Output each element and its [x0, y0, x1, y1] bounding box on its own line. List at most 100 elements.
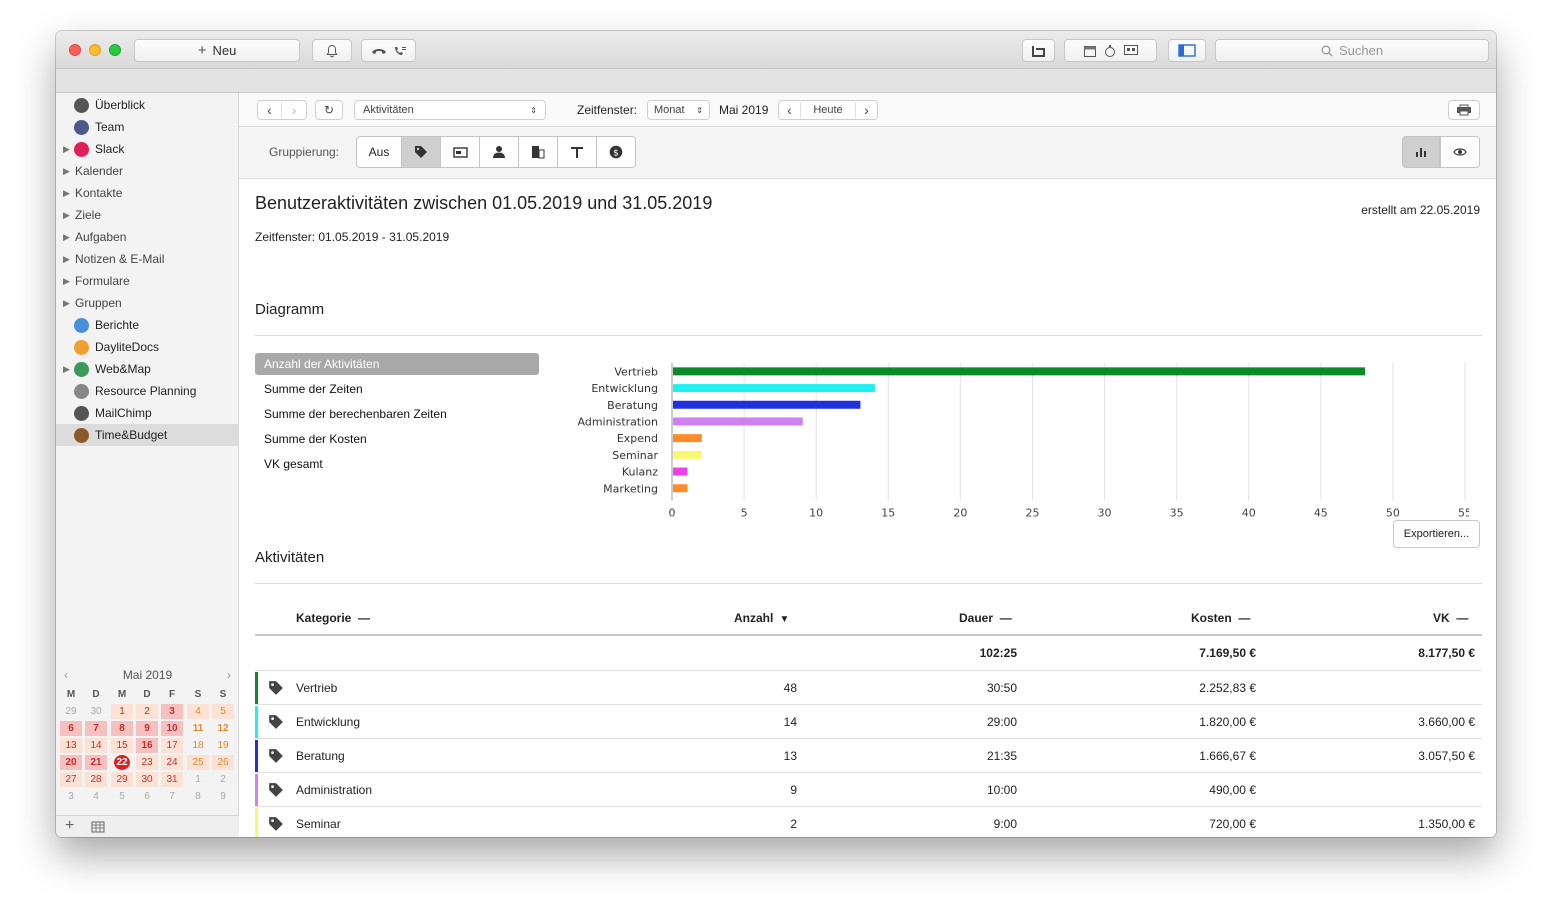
table-row[interactable]: Administration 9 10:00 490,00 € [255, 772, 1482, 806]
disclosure-triangle-icon[interactable]: ▶ [63, 364, 70, 375]
sidebar-item[interactable]: ▶ Notizen & E-Mail [56, 248, 239, 270]
chart-bar[interactable] [673, 450, 702, 459]
col-vk-header[interactable]: VK — [1433, 611, 1468, 625]
calendar-day[interactable]: 12 [212, 721, 234, 736]
calendar-day[interactable]: 20 [60, 755, 82, 770]
calendar-day[interactable]: 6 [60, 721, 82, 736]
calendar-day[interactable]: 28 [85, 772, 107, 787]
col-cost-header[interactable]: Kosten — [1191, 611, 1250, 625]
calendar-day[interactable]: 24 [161, 755, 183, 770]
calendar-day[interactable]: 4 [85, 789, 107, 804]
calendar-day[interactable]: 7 [85, 721, 107, 736]
group-by-type-button[interactable] [440, 136, 480, 168]
calendar-day[interactable]: 31 [161, 772, 183, 787]
sidebar-item[interactable]: Berichte [56, 314, 239, 336]
chart-view-button[interactable] [1402, 136, 1440, 168]
sidebar-item[interactable]: Resource Planning [56, 380, 239, 402]
table-row[interactable]: Vertrieb 48 30:50 2.252,83 € [255, 670, 1482, 704]
chart-bar[interactable] [673, 417, 803, 426]
calendar-day[interactable]: 30 [85, 704, 107, 719]
disclosure-triangle-icon[interactable]: ▶ [63, 188, 70, 199]
disclosure-triangle-icon[interactable]: ▶ [63, 144, 70, 155]
preview-button[interactable] [1440, 136, 1480, 168]
col-duration-header[interactable]: Dauer — [959, 611, 1012, 625]
chart-bar[interactable] [673, 484, 688, 493]
calendar-day[interactable]: 10 [161, 721, 183, 736]
new-button[interactable]: + Neu [134, 39, 300, 62]
disclosure-triangle-icon[interactable]: ▶ [63, 210, 70, 221]
sidebar-item[interactable]: ▶ Ziele [56, 204, 239, 226]
calendar-day[interactable]: 15 [111, 738, 133, 753]
calendar-day[interactable]: 9 [136, 721, 158, 736]
add-icon[interactable]: + [65, 817, 74, 835]
back-icon[interactable]: ‹ [258, 102, 282, 118]
chart-bar[interactable] [673, 400, 861, 409]
group-by-money-button[interactable]: $ [596, 136, 636, 168]
calendar-day[interactable]: 5 [212, 704, 234, 719]
metric-option[interactable]: VK gesamt [255, 453, 539, 475]
calendar-next-icon[interactable]: › [227, 668, 231, 682]
sidebar-item[interactable]: MailChimp [56, 402, 239, 424]
col-count-header[interactable]: Anzahl ▼ [734, 611, 789, 625]
sidebar-item[interactable]: ▶ Gruppen [56, 292, 239, 314]
forward-icon[interactable]: › [282, 102, 306, 118]
calendar-day[interactable]: 29 [60, 704, 82, 719]
calendar-day[interactable]: 13 [60, 738, 82, 753]
view-select[interactable]: Aktivitäten ⇕ [354, 100, 546, 120]
calendar-day[interactable]: 9 [212, 789, 234, 804]
sidebar-item[interactable]: ▶ Aufgaben [56, 226, 239, 248]
sidebar-item[interactable]: ▶ Kalender [56, 160, 239, 182]
sidebar-item[interactable]: ▶ Formulare [56, 270, 239, 292]
prev-period-icon[interactable]: ‹ [779, 102, 801, 118]
sidebar-item[interactable]: ▶ Slack [56, 138, 239, 160]
refresh-button[interactable]: ↻ [315, 100, 343, 120]
grid-icon[interactable] [91, 821, 105, 833]
metric-option[interactable]: Summe der Zeiten [255, 378, 539, 400]
calendar-day[interactable]: 16 [136, 738, 158, 753]
chart-bar[interactable] [673, 384, 875, 393]
table-row[interactable]: Entwicklung 14 29:00 1.820,00 € 3.660,00 € [255, 704, 1482, 738]
export-button[interactable]: Exportieren... [1393, 520, 1480, 548]
minimize-window-button[interactable] [89, 44, 101, 56]
disclosure-triangle-icon[interactable]: ▶ [63, 298, 70, 309]
next-period-icon[interactable]: › [855, 102, 877, 118]
disclosure-triangle-icon[interactable]: ▶ [63, 276, 70, 287]
today-button[interactable]: Heute [801, 104, 855, 116]
close-window-button[interactable] [69, 44, 81, 56]
metric-option[interactable]: Summe der Kosten [255, 428, 539, 450]
group-by-user-button[interactable] [479, 136, 519, 168]
group-by-company-button[interactable] [518, 136, 558, 168]
calendar-day[interactable]: 27 [60, 772, 82, 787]
sidebar-item[interactable]: Team [56, 116, 239, 138]
dashboard-icon[interactable] [1123, 44, 1139, 58]
chart-bar[interactable] [673, 367, 1366, 376]
metric-option[interactable]: Anzahl der Aktivitäten [255, 353, 539, 375]
calendar-day[interactable]: 3 [60, 789, 82, 804]
group-by-category-button[interactable] [401, 136, 441, 168]
daylite-button[interactable] [1022, 39, 1055, 62]
period-select[interactable]: Monat ⇕ [647, 100, 710, 120]
calendar-day[interactable]: 29 [111, 772, 133, 787]
calendar-day[interactable]: 5 [111, 789, 133, 804]
calendar-day[interactable]: 2 [136, 704, 158, 719]
timer-icon[interactable] [1103, 44, 1117, 58]
calendar-day[interactable]: 19 [212, 738, 234, 753]
chart-bar[interactable] [673, 467, 688, 476]
sidebar-item[interactable]: DayliteDocs [56, 336, 239, 358]
notifications-button[interactable] [312, 39, 352, 62]
calendar-day[interactable]: 8 [111, 721, 133, 736]
calendar-day[interactable]: 1 [111, 704, 133, 719]
calendar-day[interactable]: 23 [136, 755, 158, 770]
calendar-day[interactable]: 3 [161, 704, 183, 719]
calendar-day[interactable]: 1 [187, 772, 209, 787]
zoom-window-button[interactable] [109, 44, 121, 56]
calendar-day[interactable]: 11 [187, 721, 209, 736]
disclosure-triangle-icon[interactable]: ▶ [63, 232, 70, 243]
table-row[interactable]: Seminar 2 9:00 720,00 € 1.350,00 € [255, 806, 1482, 837]
group-by-project-button[interactable] [557, 136, 597, 168]
print-button[interactable] [1448, 100, 1480, 120]
search-input[interactable]: Suchen [1215, 39, 1489, 62]
sidebar-toggle-button[interactable] [1168, 39, 1206, 62]
calendar-day[interactable]: 8 [187, 789, 209, 804]
disclosure-triangle-icon[interactable]: ▶ [63, 166, 70, 177]
